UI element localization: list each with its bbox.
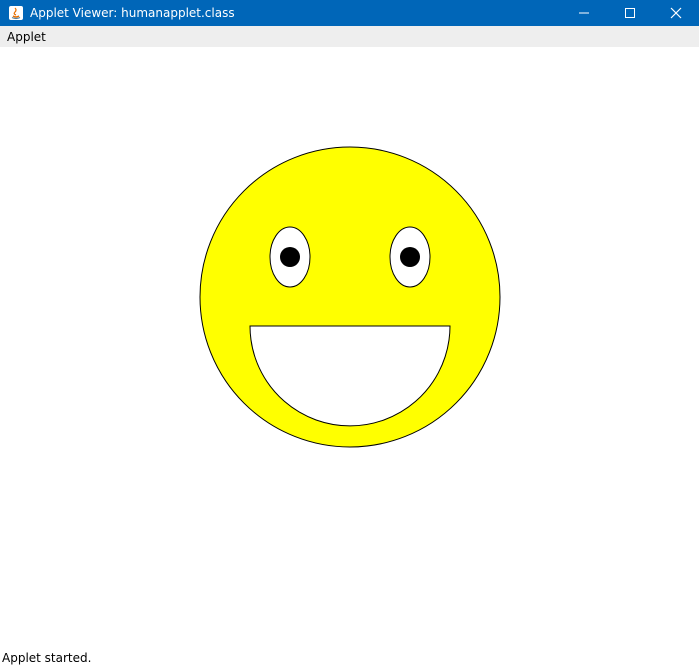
minimize-button[interactable]: [561, 0, 607, 26]
menu-applet[interactable]: Applet: [0, 30, 46, 44]
java-icon[interactable]: [8, 5, 24, 21]
smiley-drawing: [199, 146, 501, 448]
left-pupil: [280, 247, 300, 267]
title-bar[interactable]: Applet Viewer: humanapplet.class: [0, 0, 699, 26]
status-bar-text: Applet started.: [2, 651, 92, 665]
applet-viewer-window: Applet Viewer: humanapplet.class Applet …: [0, 0, 699, 670]
maximize-icon: [625, 8, 635, 18]
minimize-icon: [579, 12, 589, 14]
maximize-button[interactable]: [607, 0, 653, 26]
close-icon: [670, 7, 682, 19]
applet-canvas[interactable]: [0, 47, 699, 647]
menu-bar: Applet: [0, 26, 699, 47]
right-pupil: [400, 247, 420, 267]
window-title: Applet Viewer: humanapplet.class: [30, 6, 235, 20]
close-button[interactable]: [653, 0, 699, 26]
